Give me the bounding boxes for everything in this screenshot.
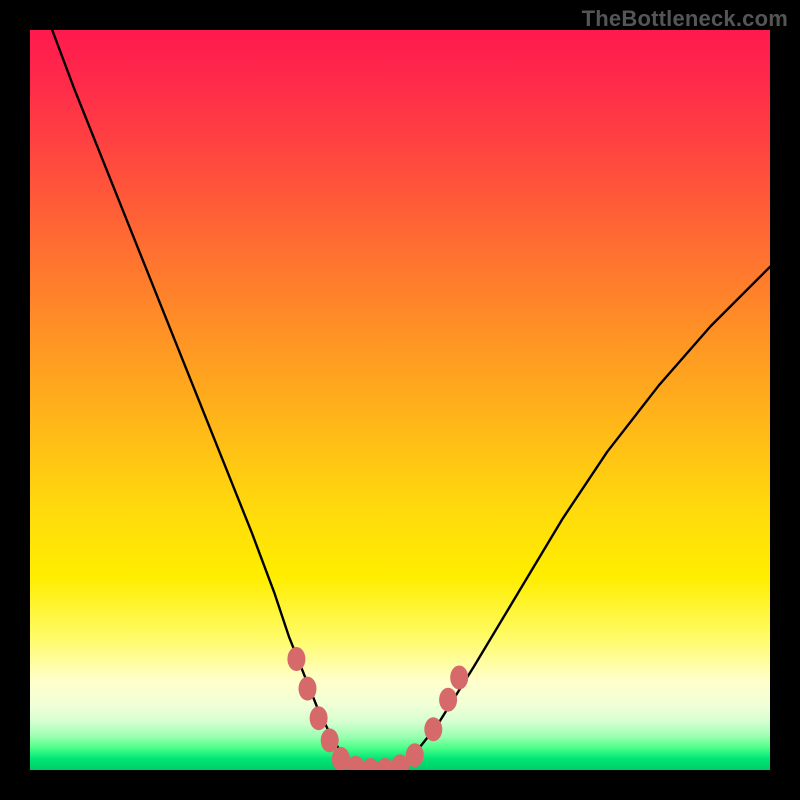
marker-group — [287, 647, 468, 770]
curve-marker — [424, 717, 442, 741]
plot-area — [30, 30, 770, 770]
curve-marker — [310, 706, 328, 730]
bottleneck-curve-line — [52, 30, 770, 770]
curve-marker — [439, 688, 457, 712]
chart-frame: TheBottleneck.com — [0, 0, 800, 800]
curve-svg — [30, 30, 770, 770]
curve-marker — [406, 743, 424, 767]
curve-marker — [287, 647, 305, 671]
watermark-text: TheBottleneck.com — [582, 6, 788, 32]
curve-marker — [450, 666, 468, 690]
curve-marker — [299, 677, 317, 701]
